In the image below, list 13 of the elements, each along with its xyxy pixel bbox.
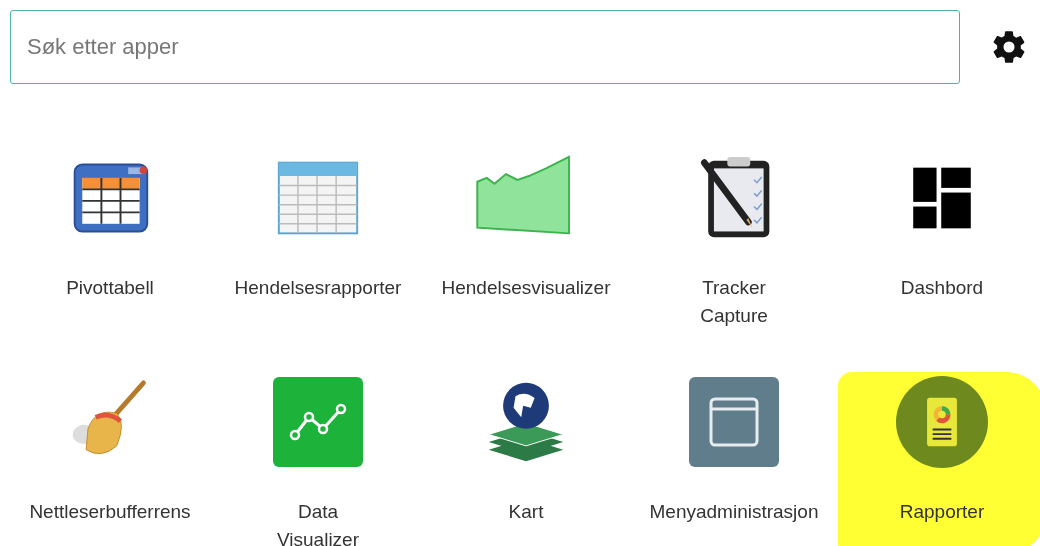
app-tile[interactable]: Pivottabell [6,148,214,330]
app-tile[interactable]: Rapporter [838,372,1040,546]
window-icon [689,377,779,467]
line-chart-icon [273,377,363,467]
app-tile[interactable]: Hendelsesrapporter [214,148,422,330]
app-tile[interactable]: Hendelsesvisualizer [422,148,630,330]
app-tile[interactable]: Tracker Capture [630,148,838,330]
app-tile[interactable]: Kart [422,372,630,546]
app-tile[interactable]: Dashbord [838,148,1040,330]
app-tile[interactable]: Data Visualizer [214,372,422,546]
search-field[interactable]: Søk etter apper [10,10,960,84]
app-tile[interactable]: Menyadministrasjon [630,372,838,546]
app-tile[interactable]: Nettleserbufferrens [6,372,214,546]
